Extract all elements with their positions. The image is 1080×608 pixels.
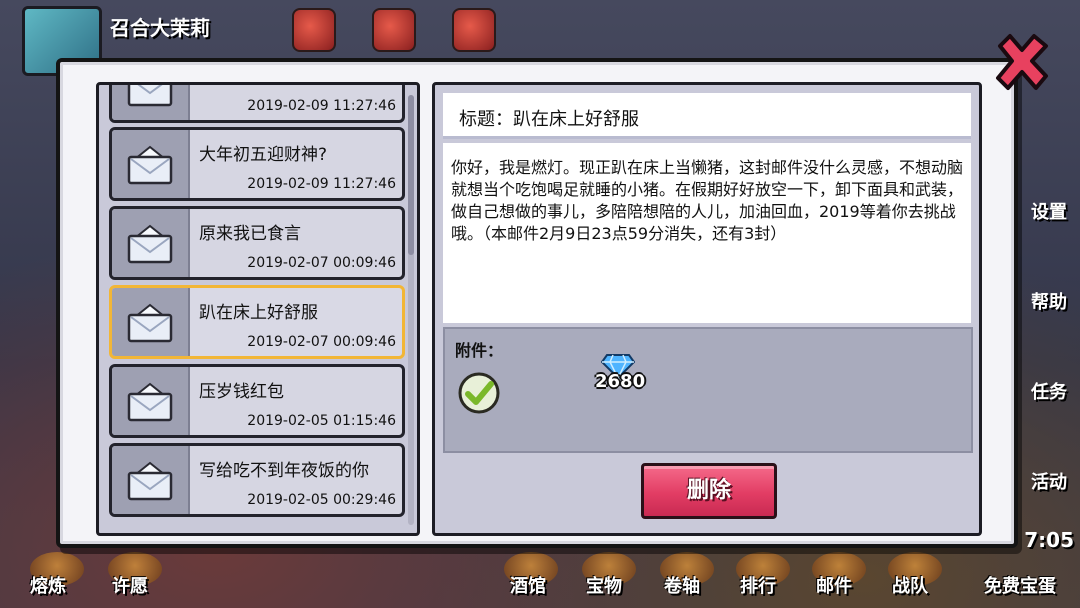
nav-ranking[interactable]: 排行: [740, 572, 776, 598]
nav-team[interactable]: 战队: [892, 572, 928, 598]
mail-list-item[interactable]: 大年初五迎财神? 2019-02-09 11:27:46: [109, 127, 405, 201]
check-icon: [458, 372, 500, 414]
nav-smelt[interactable]: 熔炼: [30, 572, 66, 598]
mail-icon-box: [112, 288, 190, 356]
mail-icon-box: [112, 209, 190, 277]
side-item-settings[interactable]: 设置: [1018, 140, 1080, 230]
bottom-nav: 熔炼 许愿 酒馆 宝物 卷轴 排行 邮件 战队 免费宝蛋: [0, 548, 1080, 608]
side-item-events[interactable]: 活动: [1018, 410, 1080, 500]
mail-list-item[interactable]: 写给吃不到年夜饭的你 2019-02-05 00:29:46: [109, 443, 405, 517]
mail-icon-box: [112, 85, 190, 120]
player-info: 召合大茉莉: [22, 6, 292, 76]
close-icon[interactable]: [990, 30, 1054, 94]
envelope-icon: [127, 382, 173, 422]
envelope-icon: [127, 145, 173, 185]
nav-tavern[interactable]: 酒馆: [510, 572, 546, 598]
mail-icon-box: [112, 367, 190, 435]
player-name: 召合大茉莉: [110, 16, 210, 40]
red-envelope-icon[interactable]: [372, 8, 416, 52]
mail-title: 写给吃不到年夜饭的你: [199, 461, 369, 481]
mail-icon-box: [112, 130, 190, 198]
mail-title: 压岁钱红包: [199, 382, 284, 402]
attachment-box: 附件： 2680: [443, 327, 973, 453]
side-menu: 设置 帮助 任务 活动: [1018, 140, 1080, 500]
mail-title: 原来我已食言: [199, 224, 301, 244]
envelope-icon: [127, 224, 173, 264]
mail-body-area: 你好，我是燃灯。现正趴在床上当懒猪，这封邮件没什么灵感，不想动脑就想当个吃饱喝足…: [443, 143, 971, 323]
nav-free-egg[interactable]: 免费宝蛋: [984, 572, 1056, 598]
event-icon[interactable]: [292, 8, 336, 52]
mail-list-item[interactable]: 原来我已食言 2019-02-07 00:09:46: [109, 206, 405, 280]
mail-list-scrollbar[interactable]: [408, 95, 414, 525]
attachment-count: 2680: [595, 371, 646, 392]
mail-list-item[interactable]: 压岁钱红包 2019-02-05 01:15:46: [109, 364, 405, 438]
mail-list-item[interactable]: 2019-02-09 11:27:46: [109, 85, 405, 123]
mail-body-text: 你好，我是燃灯。现正趴在床上当懒猪，这封邮件没什么灵感，不想动脑就想当个吃饱喝足…: [451, 158, 964, 243]
attachment-label: 附件：: [455, 341, 504, 360]
mail-title: 趴在床上好舒服: [199, 303, 318, 323]
subject-bar: 标题：趴在床上好舒服: [443, 93, 971, 139]
side-item-help[interactable]: 帮助: [1018, 230, 1080, 320]
mail-dialog: 2019-02-09 11:27:46 大年初五迎财神? 2019-02-09 …: [56, 58, 1018, 548]
mail-detail-panel: 标题：趴在床上好舒服 你好，我是燃灯。现正趴在床上当懒猪，这封邮件没什么灵感，不…: [432, 82, 982, 536]
mail-subject: 标题：趴在床上好舒服: [459, 109, 639, 130]
side-item-tasks[interactable]: 任务: [1018, 320, 1080, 410]
envelope-icon: [127, 85, 173, 107]
mail-title: 大年初五迎财神?: [199, 145, 328, 165]
scroll-thumb[interactable]: [408, 95, 414, 255]
top-event-icons: [292, 8, 496, 52]
envelope-icon: [127, 303, 173, 343]
envelope-icon: [127, 461, 173, 501]
nav-scroll[interactable]: 卷轴: [664, 572, 700, 598]
mail-list-panel: 2019-02-09 11:27:46 大年初五迎财神? 2019-02-09 …: [96, 82, 420, 536]
mail-list-item-selected[interactable]: 趴在床上好舒服 2019-02-07 00:09:46: [109, 285, 405, 359]
mail-icon-box: [112, 446, 190, 514]
mail-date: 2019-02-05 01:15:46: [247, 413, 396, 429]
delete-button[interactable]: 删除: [641, 463, 777, 519]
mail-date: 2019-02-07 00:09:46: [247, 255, 396, 271]
mail-date: 2019-02-09 11:27:46: [247, 176, 396, 192]
nav-treasure[interactable]: 宝物: [586, 572, 622, 598]
gift-icon[interactable]: [452, 8, 496, 52]
nav-mail[interactable]: 邮件: [816, 572, 852, 598]
mail-date: 2019-02-07 00:09:46: [247, 334, 396, 350]
mail-date: 2019-02-05 00:29:46: [247, 492, 396, 508]
nav-wish[interactable]: 许愿: [112, 572, 148, 598]
mail-date: 2019-02-09 11:27:46: [247, 98, 396, 114]
